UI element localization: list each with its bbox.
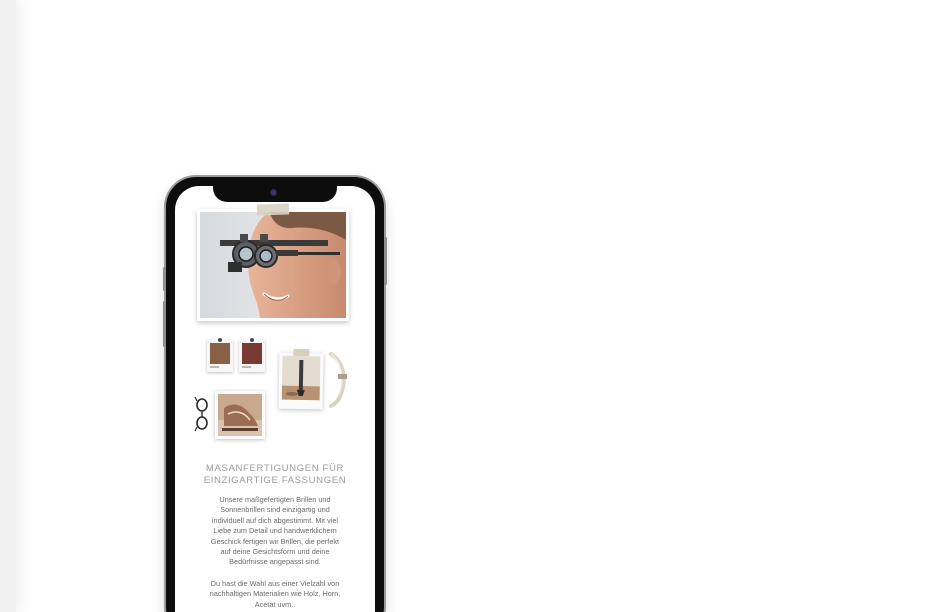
tape-strip [256, 203, 290, 216]
horn-frame-piece [329, 352, 347, 408]
section-headline: MASANFERTIGUNGEN FÜR EINZIGARTIGE FASSUN… [203, 463, 347, 486]
phone-mockup: MASANFERTIGUNGEN FÜR EINZIGARTIGE FASSUN… [163, 177, 387, 612]
phone-notch [213, 186, 337, 202]
color-swatch-burgundy[interactable] [239, 338, 265, 372]
phone-screen[interactable]: MASANFERTIGUNGEN FÜR EINZIGARTIGE FASSUN… [175, 186, 375, 612]
polaroid-tool-photo[interactable] [278, 348, 324, 410]
phone-mute-button [163, 267, 166, 291]
phone-power-button [384, 237, 387, 285]
swatch-color [242, 343, 262, 364]
left-panel-edge [0, 0, 16, 612]
camera-icon [270, 189, 277, 196]
craft-photo-image [218, 394, 262, 436]
page-canvas: MASANFERTIGUNGEN FÜR EINZIGARTIGE FASSUN… [0, 0, 944, 612]
phone-volume-button [163, 301, 166, 347]
hero-photo-eye-exam[interactable] [197, 203, 349, 321]
swatch-color [210, 343, 230, 364]
swatch-caption-line [210, 366, 219, 368]
pin [250, 338, 254, 342]
description-paragraph-1: Unsere maßgefertigten Brillen und Sonnen… [210, 495, 340, 567]
description-paragraph-2: Du hast die Wahl aus einer Vielzahl von … [209, 579, 341, 609]
pin [218, 338, 222, 342]
polaroid-craft-photo[interactable] [215, 391, 265, 439]
glasses-icon [194, 396, 208, 432]
hero-photo-image [200, 212, 346, 318]
color-swatch-brown[interactable] [207, 338, 233, 372]
tool-photo-image [281, 355, 321, 401]
swatch-caption-line [242, 366, 251, 368]
